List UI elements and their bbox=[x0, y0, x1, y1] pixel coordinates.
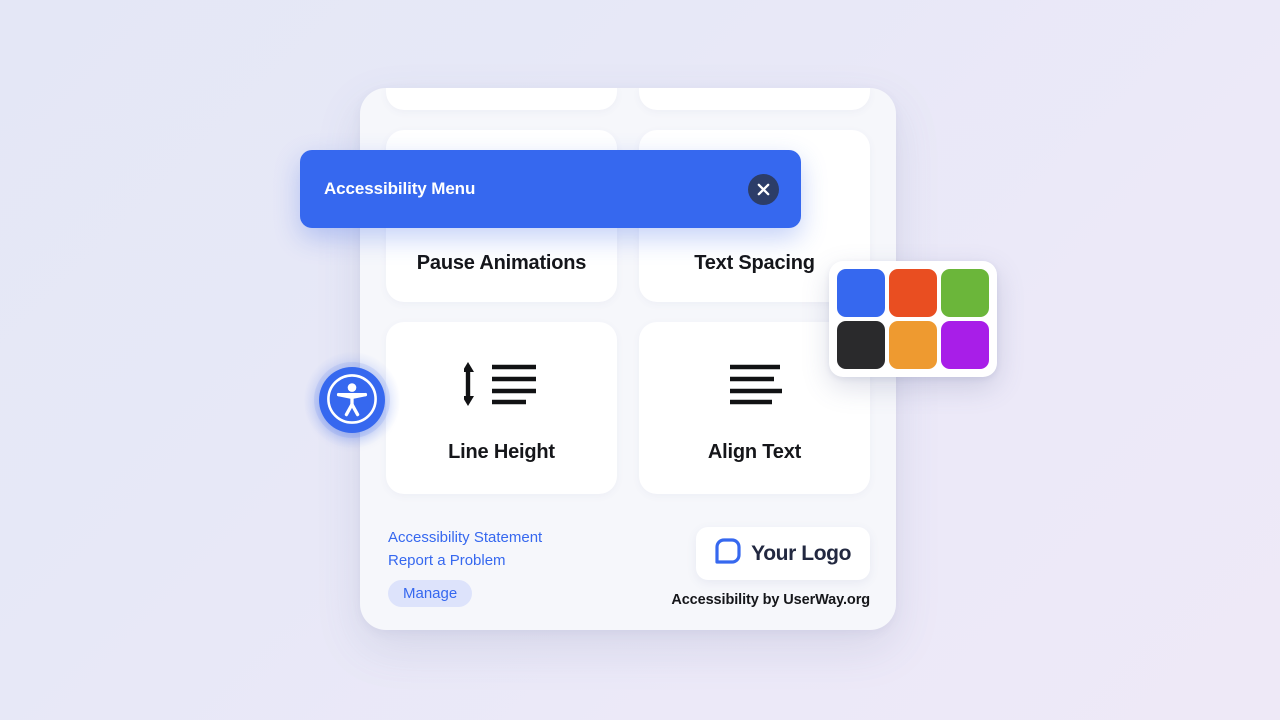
report-a-problem-link[interactable]: Report a Problem bbox=[388, 550, 542, 571]
accessibility-menu-title-bar: Accessibility Menu bbox=[300, 150, 801, 228]
manage-button[interactable]: Manage bbox=[388, 579, 473, 607]
accessibility-person-icon bbox=[325, 372, 379, 429]
option-card-clipped-left[interactable] bbox=[386, 88, 617, 110]
option-card-line-height[interactable]: Line Height bbox=[386, 322, 617, 494]
brand-logo-box: Your Logo bbox=[696, 527, 870, 580]
userway-byline: Accessibility by UserWay.org bbox=[671, 592, 870, 608]
color-palette-popup bbox=[829, 261, 997, 377]
brand-logo-text: Your Logo bbox=[751, 541, 851, 565]
option-label-line-height: Line Height bbox=[448, 440, 555, 463]
widget-footer: Accessibility Statement Report a Problem… bbox=[386, 527, 870, 608]
option-label-text-spacing: Text Spacing bbox=[694, 252, 815, 274]
option-label-align-text: Align Text bbox=[707, 440, 802, 463]
accessibility-options-grid: Pause Animations Text Spacing Line Heigh… bbox=[386, 88, 870, 494]
line-height-icon bbox=[463, 353, 540, 415]
align-text-icon bbox=[728, 353, 782, 415]
footer-links: Accessibility Statement Report a Problem… bbox=[386, 527, 542, 607]
accessibility-float-button[interactable] bbox=[319, 367, 385, 433]
close-icon bbox=[757, 183, 770, 196]
close-button[interactable] bbox=[748, 173, 779, 205]
accessibility-statement-link[interactable]: Accessibility Statement bbox=[388, 527, 542, 548]
swatch-black[interactable] bbox=[837, 321, 885, 369]
swatch-orange[interactable] bbox=[889, 321, 937, 369]
swatch-red[interactable] bbox=[889, 269, 937, 317]
option-card-clipped-right[interactable] bbox=[639, 88, 870, 110]
swatch-green[interactable] bbox=[941, 269, 989, 317]
accessibility-menu-title: Accessibility Menu bbox=[324, 179, 476, 198]
option-label-pause-animations: Pause Animations bbox=[416, 252, 587, 274]
accessibility-float-button-wrapper bbox=[304, 352, 400, 448]
swatch-blue[interactable] bbox=[837, 269, 885, 317]
footer-branding: Your Logo Accessibility by UserWay.org bbox=[671, 527, 870, 608]
brand-logo-icon bbox=[715, 538, 741, 569]
swatch-purple[interactable] bbox=[941, 321, 989, 369]
